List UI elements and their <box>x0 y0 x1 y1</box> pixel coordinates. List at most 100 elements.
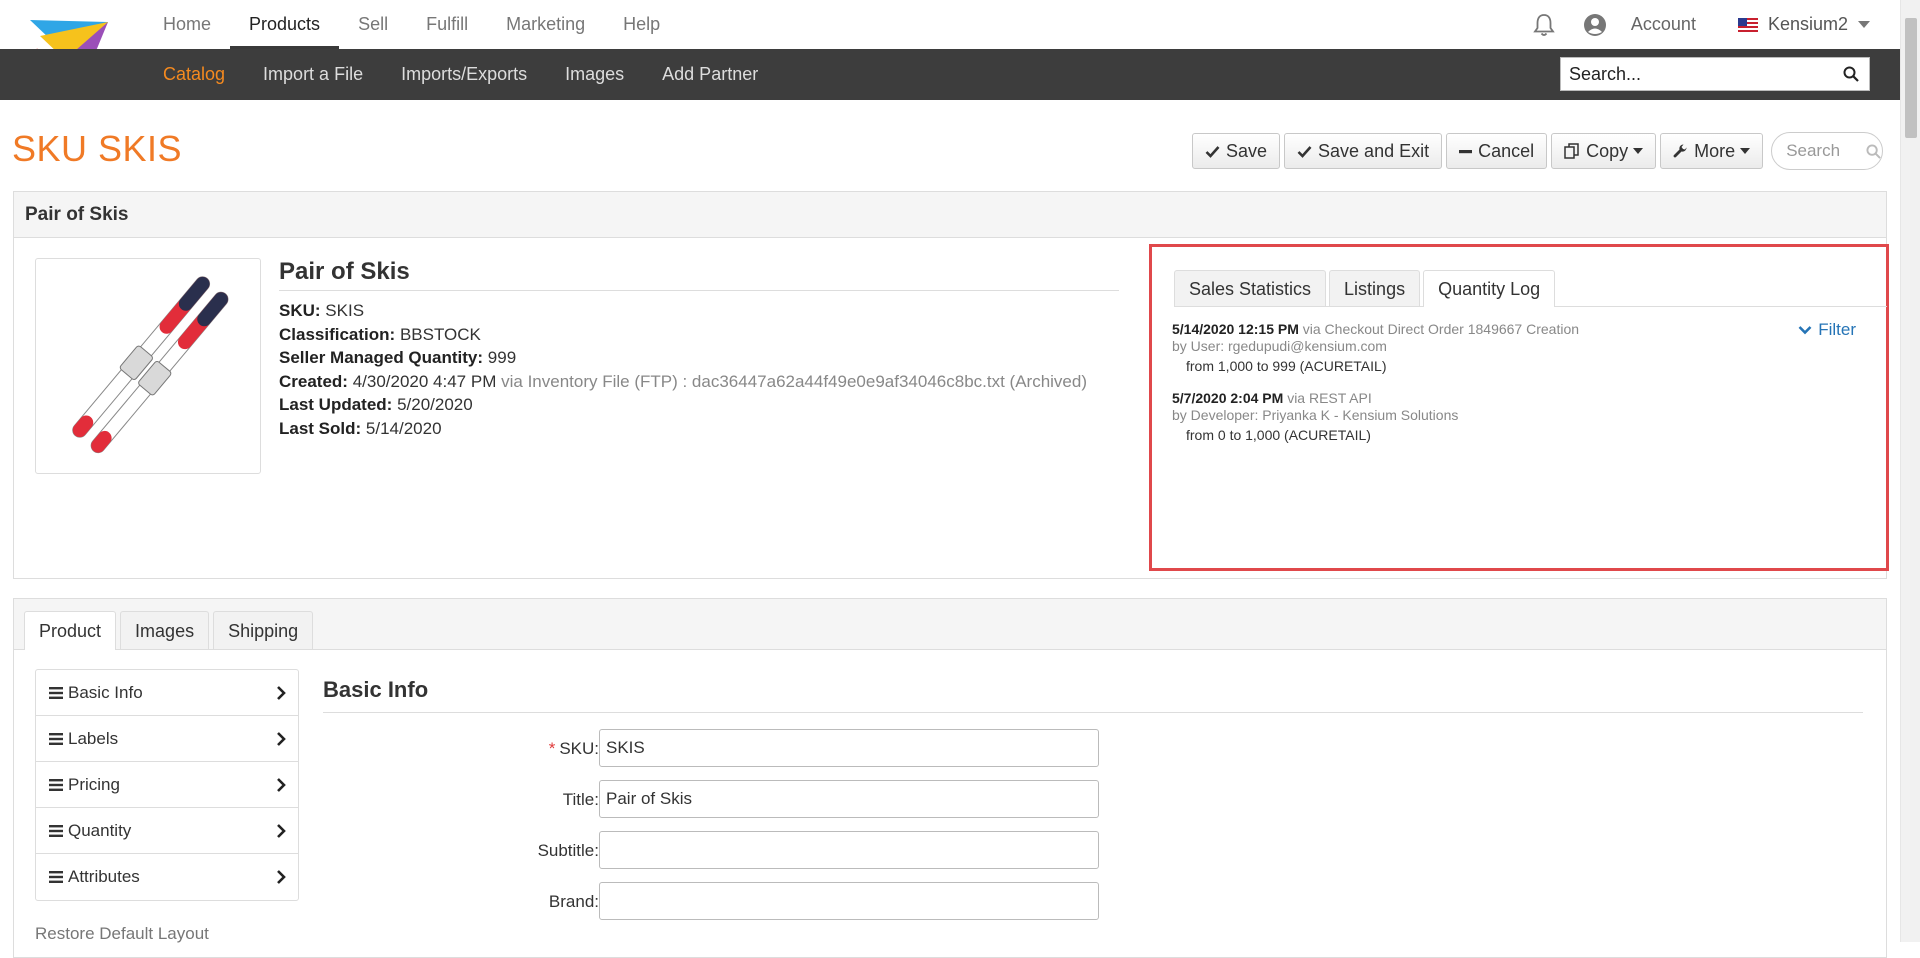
sku-field[interactable] <box>599 729 1099 767</box>
updated-line: Last Updated: 5/20/2020 <box>279 393 1119 417</box>
title-field-label: Title: <box>562 790 599 809</box>
global-search-input[interactable] <box>1567 58 1831 90</box>
chevron-right-icon <box>277 778 286 792</box>
created-value: 4/30/2020 4:47 PM <box>352 371 497 391</box>
top-navbar: Home Products Sell Fulfill Marketing Hel… <box>0 0 1900 97</box>
page-scrollbar[interactable] <box>1900 0 1920 942</box>
nav-sell[interactable]: Sell <box>339 0 407 47</box>
tab-listings[interactable]: Listings <box>1329 270 1421 306</box>
smq-label: Seller Managed Quantity: <box>279 348 484 367</box>
subnav-imports-exports[interactable]: Imports/Exports <box>382 49 546 100</box>
chevron-right-icon <box>277 686 286 700</box>
save-and-exit-button[interactable]: Save and Exit <box>1284 133 1443 169</box>
catalog-subnav: Catalog Import a File Imports/Exports Im… <box>144 49 777 100</box>
filter-toggle[interactable]: Filter <box>1798 320 1856 340</box>
wrench-icon <box>1673 143 1687 157</box>
menu-item-attributes[interactable]: Attributes <box>36 854 298 900</box>
bell-icon[interactable] <box>1533 13 1555 37</box>
caret-down-icon <box>1740 148 1751 154</box>
updated-value: 5/20/2020 <box>397 395 473 414</box>
subnav-import-file[interactable]: Import a File <box>244 49 382 100</box>
scrollbar-thumb[interactable] <box>1905 18 1917 138</box>
tab-quantity-log[interactable]: Quantity Log <box>1423 270 1556 307</box>
chevron-right-icon <box>277 732 286 746</box>
classification-line: Classification: BBSTOCK <box>279 323 1119 347</box>
more-dropdown-button[interactable]: More <box>1660 133 1764 169</box>
account-link[interactable]: Account <box>1631 14 1696 35</box>
nav-products[interactable]: Products <box>230 0 340 49</box>
company-switcher[interactable]: Kensium2 <box>1768 14 1848 35</box>
cancel-button[interactable]: Cancel <box>1446 133 1548 169</box>
edit-tabs: Product Images Shipping <box>14 599 1886 650</box>
log-entry-change: from 0 to 1,000 (ACURETAIL) <box>1186 427 1371 443</box>
tab-product[interactable]: Product <box>24 611 117 650</box>
log-entry-user: by User: rgedupudi@kensium.com <box>1172 338 1387 354</box>
menu-item-label: Pricing <box>68 774 120 794</box>
product-summary-panel: Pair of Skis Pair of Skis SKU: SKIS Clas… <box>13 191 1889 579</box>
stats-tabs: Sales Statistics Listings Quantity Log <box>1174 270 1887 307</box>
skis-image <box>72 276 229 454</box>
menu-item-labels[interactable]: Labels <box>36 716 298 762</box>
nav-home[interactable]: Home <box>144 0 230 47</box>
subtitle-field[interactable] <box>599 831 1099 869</box>
smq-value: 999 <box>487 348 517 367</box>
sku-field-label: * SKU: <box>549 739 599 759</box>
bars-icon <box>49 778 63 791</box>
menu-item-label: Basic Info <box>68 682 143 702</box>
chevron-down-icon <box>1798 326 1812 335</box>
page-title: SKU SKIS <box>12 128 183 169</box>
user-avatar-icon[interactable] <box>1583 13 1607 37</box>
nav-help[interactable]: Help <box>604 0 679 47</box>
more-button-label: More <box>1694 140 1736 161</box>
save-button[interactable]: Save <box>1192 133 1281 169</box>
tab-images[interactable]: Images <box>120 611 210 649</box>
global-search <box>1560 57 1870 91</box>
copy-button-label: Copy <box>1586 140 1629 161</box>
menu-item-quantity[interactable]: Quantity <box>36 808 298 854</box>
search-icon[interactable] <box>1866 143 1881 159</box>
product-image[interactable] <box>35 258 261 474</box>
caret-down-icon[interactable] <box>1858 21 1870 28</box>
product-edit-panel: Product Images Shipping Basic Info Label… <box>13 598 1887 958</box>
sold-value: 5/14/2020 <box>365 418 442 438</box>
product-name: Pair of Skis <box>279 258 1119 291</box>
title-field[interactable] <box>599 780 1099 818</box>
cancel-button-label: Cancel <box>1478 140 1535 161</box>
brand-field-label: Brand: <box>548 892 599 911</box>
sku-row: * SKU: <box>323 729 1103 769</box>
nav-marketing[interactable]: Marketing <box>487 0 604 47</box>
quantity-log-box: Sales Statistics Listings Quantity Log F… <box>1149 244 1889 571</box>
restore-default-layout-link[interactable]: Restore Default Layout <box>35 924 209 944</box>
brand-row: Brand: <box>323 882 1103 922</box>
user-nav: Account Kensium2 <box>1533 0 1870 49</box>
log-entry: 5/14/2020 12:15 PM via Checkout Direct O… <box>1172 321 1579 375</box>
panel-header: Pair of Skis <box>14 192 1886 238</box>
brand-field[interactable] <box>599 882 1099 920</box>
log-entry-source: via Checkout Direct Order 1849667 Creati… <box>1302 321 1580 337</box>
chevron-right-icon <box>277 824 286 838</box>
save-button-label: Save <box>1226 140 1268 161</box>
sku-field-label-text: SKU: <box>559 739 599 758</box>
copy-dropdown-button[interactable]: Copy <box>1551 133 1657 169</box>
tab-sales-statistics[interactable]: Sales Statistics <box>1174 270 1327 306</box>
nav-fulfill[interactable]: Fulfill <box>407 0 487 47</box>
log-entry-time: 5/7/2020 2:04 PM <box>1172 390 1284 406</box>
filter-label: Filter <box>1818 320 1856 339</box>
tab-shipping[interactable]: Shipping <box>213 611 314 649</box>
menu-item-label: Labels <box>68 728 119 748</box>
sku-line: SKU: SKIS <box>279 299 1119 323</box>
subtitle-row: Subtitle: <box>323 831 1103 871</box>
sub-navbar: Catalog Import a File Imports/Exports Im… <box>0 49 1900 100</box>
subnav-images[interactable]: Images <box>546 49 643 100</box>
menu-item-pricing[interactable]: Pricing <box>36 762 298 808</box>
subnav-catalog[interactable]: Catalog <box>144 49 244 100</box>
subnav-add-partner[interactable]: Add Partner <box>643 49 777 100</box>
section-menu: Basic Info Labels Pricing Quantity Attri… <box>35 669 299 901</box>
sold-label: Last Sold: <box>279 418 362 438</box>
sold-line: Last Sold: 5/14/2020 <box>279 417 1119 441</box>
page-search-input[interactable] <box>1784 140 1867 162</box>
search-icon[interactable] <box>1843 66 1859 82</box>
product-info: Pair of Skis SKU: SKIS Classification: B… <box>279 258 1119 440</box>
menu-item-basic-info[interactable]: Basic Info <box>36 670 298 716</box>
menu-item-label: Quantity <box>68 820 132 840</box>
